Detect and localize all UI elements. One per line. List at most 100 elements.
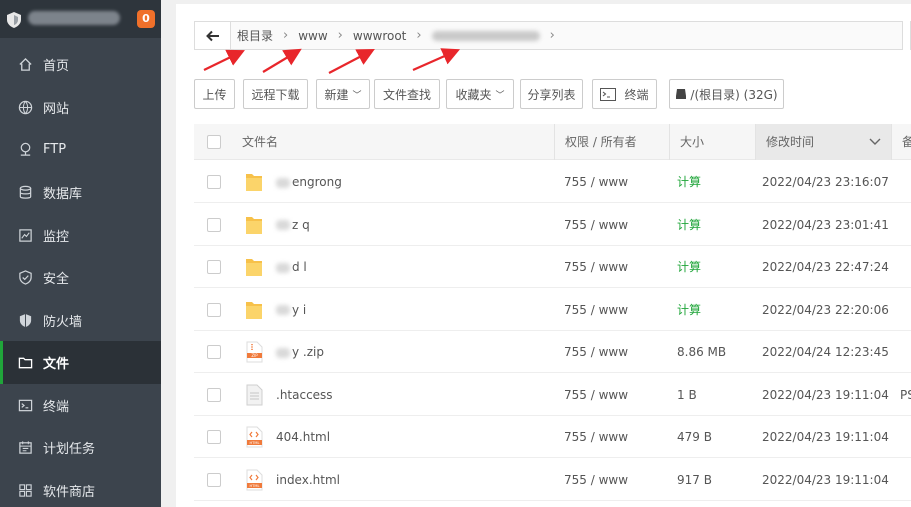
hard-disk-icon — [676, 89, 687, 99]
table-row[interactable]: d l 755 / www 计算 2022/04/23 22:47:24 — [194, 246, 911, 288]
table-row[interactable]: engrong 755 / www 计算 2022/04/23 23:16:07 — [194, 161, 911, 203]
file-size: 8.86 MB — [677, 345, 727, 359]
table-row[interactable]: .htaccess 755 / www 1 B 2022/04/23 19:11:04… — [194, 373, 911, 416]
file-size: 479 B — [677, 430, 712, 444]
sidebar-item-cron[interactable]: 计划任务 — [0, 426, 161, 469]
file-name[interactable]: 404.html — [276, 416, 330, 458]
column-remark[interactable]: 备 — [891, 124, 911, 160]
file-name[interactable]: y .zip — [276, 331, 324, 373]
folder-icon — [244, 214, 264, 236]
row-checkbox[interactable] — [207, 387, 221, 402]
file-permission[interactable]: 755 / www — [564, 331, 628, 373]
breadcrumb-wwwroot[interactable]: wwwroot — [353, 29, 407, 43]
favorites-dropdown-button[interactable]: 收藏夹 ﹀ — [446, 79, 514, 109]
row-checkbox[interactable] — [207, 472, 221, 487]
table-row[interactable]: z q 755 / www 计算 2022/04/23 23:01:41 — [194, 203, 911, 246]
svg-text:ZIP: ZIP — [251, 353, 258, 358]
svg-text:HTML: HTML — [249, 484, 259, 488]
path-input-edge[interactable] — [902, 21, 910, 50]
row-checkbox[interactable] — [207, 217, 221, 232]
file-permission[interactable]: 755 / www — [564, 416, 628, 458]
table-row[interactable]: HTML 404.html 755 / www 479 B 2022/04/23 19:… — [194, 416, 911, 458]
table-row[interactable]: y i 755 / www 计算 2022/04/23 22:20:06 — [194, 288, 911, 331]
calculate-size-link[interactable]: 计算 — [677, 161, 701, 203]
new-dropdown-button[interactable]: 新建 ﹀ — [316, 79, 370, 109]
calculate-size-link[interactable]: 计算 — [677, 204, 701, 246]
file-mtime: 2022/04/23 22:20:06 — [762, 302, 889, 317]
folder-icon — [17, 355, 33, 371]
file-permission[interactable]: 755 / www — [564, 246, 628, 288]
zip-file-icon: ZIP — [244, 341, 264, 363]
file-mtime: 2022/04/23 19:11:04 — [762, 472, 889, 487]
file-search-button[interactable]: 文件查找 — [374, 79, 440, 109]
column-perm[interactable]: 权限 / 所有者 — [554, 124, 669, 160]
home-icon — [17, 57, 33, 73]
sidebar-item-files[interactable]: 文件 — [0, 341, 161, 384]
sidebar-item-label: 首页 — [43, 59, 70, 74]
folder-icon — [244, 256, 264, 278]
table-row[interactable]: ZIP y .zip 755 / www 8.86 MB 2022/04/24 12:2… — [194, 331, 911, 373]
table-row[interactable]: HTML index.html 755 / www 917 B 2022/04/23 1… — [194, 458, 911, 501]
shield-check-icon — [17, 270, 33, 286]
name-redaction — [276, 262, 290, 273]
sidebar-item-website[interactable]: 网站 — [0, 86, 161, 129]
folder-icon — [244, 299, 264, 321]
file-permission[interactable]: 755 / www — [564, 204, 628, 246]
breadcrumb-blurred[interactable] — [431, 30, 540, 41]
file-name[interactable]: z q — [276, 204, 310, 246]
sidebar-header: 0 — [0, 0, 161, 38]
file-permission[interactable]: 755 / www — [564, 374, 628, 416]
row-checkbox[interactable] — [207, 260, 221, 274]
annotation-arrow-4 — [412, 48, 461, 72]
back-button[interactable] — [195, 22, 231, 49]
path-bar: 根目录 › www › wwwroot › › — [194, 21, 911, 50]
remote-download-button[interactable]: 远程下载 — [243, 79, 308, 109]
sidebar-item-security[interactable]: 安全 — [0, 256, 161, 299]
breadcrumb: 根目录 › www › wwwroot › › — [237, 22, 565, 49]
file-name[interactable]: y i — [276, 289, 306, 331]
file-mtime: 2022/04/23 23:16:07 — [762, 175, 889, 189]
sidebar-item-ftp[interactable]: FTP — [0, 128, 161, 171]
file-permission[interactable]: 755 / www — [564, 289, 628, 331]
row-checkbox[interactable] — [207, 302, 221, 317]
file-name[interactable]: d l — [276, 246, 307, 288]
sidebar-item-app-store[interactable]: 软件商店 — [0, 469, 161, 507]
column-mtime[interactable]: 修改时间 — [755, 124, 891, 160]
sidebar-item-database[interactable]: 数据库 — [0, 171, 161, 214]
sidebar-item-label: 终端 — [43, 400, 70, 415]
file-remark: PS — [900, 387, 911, 402]
file-size: 917 B — [677, 472, 712, 487]
file-permission[interactable]: 755 / www — [564, 459, 628, 501]
breadcrumb-root[interactable]: 根目录 — [237, 27, 273, 44]
svg-text:HTML: HTML — [249, 441, 259, 445]
calculate-size-link[interactable]: 计算 — [677, 289, 701, 331]
sidebar-item-monitor[interactable]: 监控 — [0, 214, 161, 257]
row-checkbox[interactable] — [207, 175, 221, 189]
column-size[interactable]: 大小 — [669, 124, 755, 160]
column-name[interactable]: 文件名 — [242, 124, 552, 160]
breadcrumb-www[interactable]: www — [298, 29, 327, 43]
server-ip-blurred — [28, 11, 120, 25]
sidebar-item-home[interactable]: 首页 — [0, 43, 161, 86]
select-all-checkbox[interactable] — [207, 135, 221, 149]
chevron-down-icon — [869, 138, 881, 145]
database-icon — [17, 185, 33, 201]
disk-button[interactable]: /(根目录) (32G) — [669, 79, 784, 109]
notification-badge[interactable]: 0 — [137, 10, 155, 28]
file-name[interactable]: .htaccess — [276, 374, 333, 416]
upload-button[interactable]: 上传 — [194, 79, 235, 109]
file-name[interactable]: index.html — [276, 459, 340, 501]
globe-icon — [17, 100, 33, 116]
sidebar-item-terminal[interactable]: 终端 — [0, 384, 161, 427]
terminal-button[interactable]: 终端 — [592, 79, 657, 109]
file-name[interactable]: engrong — [276, 161, 342, 203]
row-checkbox[interactable] — [207, 345, 221, 359]
share-list-button[interactable]: 分享列表 — [520, 79, 583, 109]
file-mtime: 2022/04/23 19:11:04 — [762, 387, 889, 402]
sidebar-item-firewall[interactable]: 防火墙 — [0, 299, 161, 342]
row-checkbox[interactable] — [207, 430, 221, 444]
sidebar-item-label: 计划任务 — [43, 442, 96, 457]
calculate-size-link[interactable]: 计算 — [677, 246, 701, 288]
file-permission[interactable]: 755 / www — [564, 161, 628, 203]
name-redaction — [276, 347, 290, 358]
